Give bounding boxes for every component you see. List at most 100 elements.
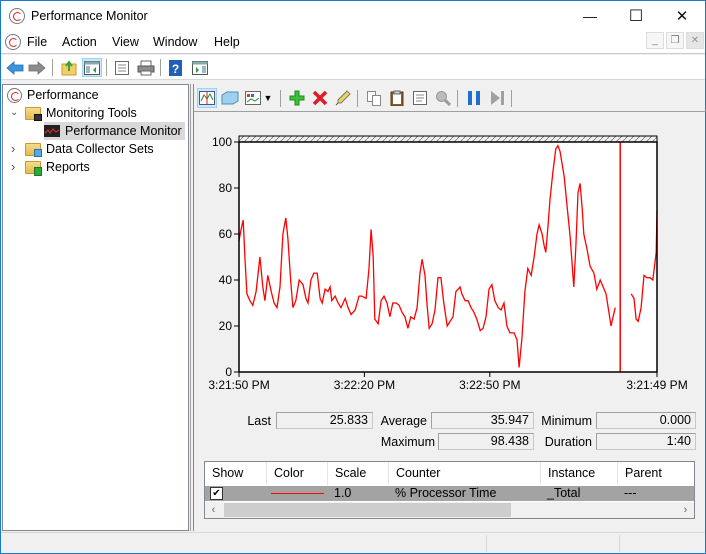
tree-item-label: Monitoring Tools xyxy=(46,106,137,120)
column-header-counter[interactable]: Counter xyxy=(389,462,541,485)
performance-toolbar: ▼ xyxy=(194,84,706,112)
instance-cell: _Total xyxy=(547,486,581,500)
properties-icon xyxy=(115,60,129,75)
scrollbar-thumb[interactable] xyxy=(224,503,511,517)
menu-help[interactable]: Help xyxy=(214,35,240,49)
dropdown-arrow-icon: ▼ xyxy=(263,93,273,103)
zoom-button[interactable] xyxy=(433,88,453,108)
console-tree: Performance ⌄ Monitoring Tools Performan… xyxy=(2,84,189,531)
delete-counter-button[interactable] xyxy=(310,88,330,108)
help-button[interactable]: ? xyxy=(166,58,186,77)
minimize-icon: _ xyxy=(652,35,658,46)
copy-icon xyxy=(367,91,381,106)
scroll-left-button[interactable]: ‹ xyxy=(205,502,222,518)
copy-properties-button[interactable] xyxy=(364,88,384,108)
y-tick-label: 80 xyxy=(219,181,233,195)
performance-monitor-app-icon xyxy=(9,8,25,24)
view-log-data-button[interactable] xyxy=(220,88,240,108)
update-data-button[interactable] xyxy=(487,88,507,108)
back-arrow-icon xyxy=(6,60,24,75)
toolbar-separator xyxy=(280,90,281,107)
column-header-color[interactable]: Color xyxy=(267,462,328,485)
properties-button[interactable] xyxy=(410,88,430,108)
highlight-button[interactable] xyxy=(333,88,353,108)
console-tree-icon xyxy=(84,60,100,75)
stat-minimum-value: 0.000 xyxy=(596,412,696,429)
title-bar: Performance Monitor — ☐ ✕ xyxy=(1,1,705,31)
back-button[interactable] xyxy=(5,58,25,77)
table-row[interactable]: ✔ 1.0 % Processor Time _Total --- xyxy=(205,486,694,501)
tree-item-label: Data Collector Sets xyxy=(46,142,154,156)
menu-file[interactable]: File xyxy=(27,35,47,49)
chart-overflow-hatch xyxy=(238,135,658,143)
maximize-button[interactable]: ☐ xyxy=(613,1,659,31)
tree-item-performance[interactable]: Performance xyxy=(7,86,99,104)
horizontal-scrollbar[interactable]: ‹ › xyxy=(205,502,694,518)
up-level-button[interactable] xyxy=(59,58,79,77)
close-button[interactable]: ✕ xyxy=(659,1,705,31)
view-current-activity-button[interactable] xyxy=(197,88,217,108)
chevron-right-icon[interactable]: › xyxy=(11,159,15,174)
scroll-right-button[interactable]: › xyxy=(677,502,694,518)
tree-item-label: Reports xyxy=(46,160,90,174)
column-header-instance[interactable]: Instance xyxy=(541,462,618,485)
x-tick-label: 3:21:50 PM xyxy=(208,378,269,392)
mdi-close-button[interactable]: ✕ xyxy=(686,32,704,49)
column-header-scale[interactable]: Scale xyxy=(328,462,389,485)
chevron-right-icon[interactable]: › xyxy=(11,141,15,156)
column-header-show[interactable]: Show xyxy=(205,462,267,485)
menu-bar: File Action View Window Help xyxy=(1,31,705,54)
stat-average-label: Average xyxy=(380,414,427,428)
stat-last-value: 25.833 xyxy=(276,412,373,429)
stat-duration-label: Duration xyxy=(544,435,592,449)
log-data-icon xyxy=(221,91,239,105)
mdi-restore-button[interactable]: ❐ xyxy=(666,32,684,49)
performance-icon xyxy=(7,87,22,103)
properties-icon xyxy=(413,91,427,105)
svg-text:?: ? xyxy=(172,62,179,76)
show-hide-console-tree-button[interactable] xyxy=(82,58,102,77)
paste-counter-list-button[interactable] xyxy=(387,88,407,108)
performance-line-chart[interactable]: 0 20 40 60 80 100 3:21:50 PM 3:22:20 PM 3:22:50 … xyxy=(193,121,693,396)
checkmark-icon: ✔ xyxy=(212,488,221,499)
mdi-window-controls: _ ❐ ✕ xyxy=(646,32,704,49)
y-tick-label: 100 xyxy=(212,135,232,149)
folder-icon xyxy=(25,160,42,176)
show-checkbox[interactable]: ✔ xyxy=(210,487,223,500)
folder-icon xyxy=(25,106,42,121)
tree-item-reports[interactable]: Reports xyxy=(25,158,90,176)
chevron-right-icon: › xyxy=(683,504,688,516)
show-hide-action-pane-button[interactable] xyxy=(190,58,210,77)
system-menu-icon[interactable] xyxy=(5,34,21,50)
chevron-down-icon[interactable]: ⌄ xyxy=(10,107,18,118)
status-bar xyxy=(1,532,705,553)
menu-window[interactable]: Window xyxy=(153,35,197,49)
line-graph-icon xyxy=(199,91,215,105)
tree-item-data-collector-sets[interactable]: Data Collector Sets xyxy=(25,140,154,158)
tree-item-monitoring-tools[interactable]: Monitoring Tools xyxy=(25,104,137,122)
minimize-icon: — xyxy=(583,8,597,24)
folder-icon xyxy=(25,142,42,157)
performance-monitor-window: Performance Monitor — ☐ ✕ File Action Vi… xyxy=(0,0,706,554)
column-header-parent[interactable]: Parent xyxy=(618,462,694,485)
plot-area xyxy=(239,142,657,372)
minimize-button[interactable]: — xyxy=(567,1,613,31)
freeze-display-button[interactable] xyxy=(464,88,484,108)
menu-action[interactable]: Action xyxy=(62,35,97,49)
status-bar-segment xyxy=(486,535,487,552)
forward-button[interactable] xyxy=(27,58,47,77)
help-icon: ? xyxy=(169,59,182,76)
counter-cell: % Processor Time xyxy=(395,486,497,500)
toolbar-separator xyxy=(457,90,458,107)
x-tick-label: 3:22:50 PM xyxy=(459,378,520,392)
properties-button[interactable] xyxy=(112,58,132,77)
print-button[interactable] xyxy=(136,58,156,77)
tree-item-performance-monitor[interactable]: Performance Monitor xyxy=(44,122,185,140)
perfmon-chart-icon xyxy=(44,125,60,137)
menu-view[interactable]: View xyxy=(112,35,139,49)
mdi-minimize-button[interactable]: _ xyxy=(646,32,664,49)
add-counter-button[interactable] xyxy=(287,88,307,108)
change-graph-type-button[interactable] xyxy=(243,88,263,108)
forward-arrow-icon xyxy=(28,60,46,75)
graph-type-dropdown[interactable]: ▼ xyxy=(262,88,274,108)
